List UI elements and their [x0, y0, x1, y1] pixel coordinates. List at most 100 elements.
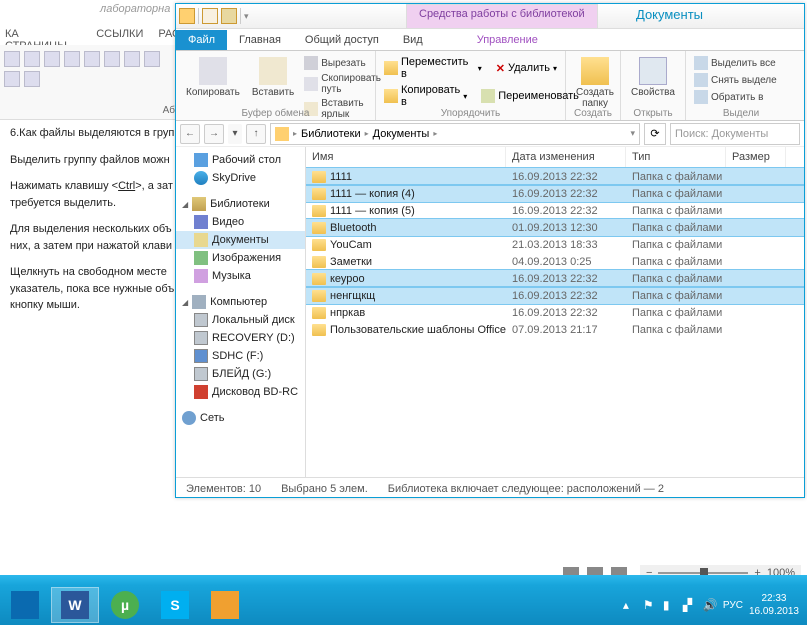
- file-row[interactable]: кеуроо16.09.2013 22:32Папка с файлами: [306, 270, 804, 287]
- properties-icon: [639, 57, 667, 85]
- nav-documents[interactable]: Документы: [176, 231, 305, 249]
- move-to-button[interactable]: Переместить в▾: [382, 55, 484, 81]
- collapse-icon[interactable]: ◢: [182, 200, 188, 209]
- battery-icon[interactable]: ▮: [663, 598, 677, 612]
- file-name-cell: 1111: [306, 171, 506, 183]
- library-icon: [192, 197, 206, 211]
- dropdown-icon[interactable]: ▾: [630, 128, 635, 139]
- select-none-button[interactable]: Снять выделе: [692, 72, 779, 88]
- computer-icon: [192, 295, 206, 309]
- search-input[interactable]: Поиск: Документы: [670, 123, 800, 145]
- file-row[interactable]: Заметки04.09.2013 0:25Папка с файлами: [306, 253, 804, 270]
- nav-images[interactable]: Изображения: [176, 249, 305, 267]
- chevron-right-icon[interactable]: ▸: [365, 129, 369, 138]
- word-ribbon-icon[interactable]: [104, 51, 120, 67]
- file-row[interactable]: Пользовательские шаблоны Office07.09.201…: [306, 321, 804, 338]
- titlebar[interactable]: ▾ Средства работы с библиотекой Документ…: [176, 4, 804, 29]
- history-dropdown[interactable]: ▾: [228, 124, 242, 144]
- word-ribbon-icon[interactable]: [84, 51, 100, 67]
- word-ribbon-icon[interactable]: [24, 71, 40, 87]
- file-row[interactable]: Bluetooth01.09.2013 12:30Папка с файлами: [306, 219, 804, 236]
- refresh-button[interactable]: ⟳: [644, 123, 666, 145]
- copy-button[interactable]: Копировать: [182, 55, 244, 100]
- nav-network[interactable]: Сеть: [176, 409, 305, 427]
- app-icon: [211, 591, 239, 619]
- tab-manage[interactable]: Управление: [465, 30, 550, 50]
- breadcrumb[interactable]: ▸ Библиотеки ▸ Документы ▸ ▾: [270, 123, 640, 145]
- taskbar-utorrent[interactable]: µ: [101, 587, 149, 623]
- file-row[interactable]: ненгщкщ16.09.2013 22:32Папка с файлами: [306, 287, 804, 304]
- nav-recovery[interactable]: RECOVERY (D:): [176, 329, 305, 347]
- breadcrumb-item[interactable]: Библиотеки: [301, 128, 361, 140]
- copy-to-button[interactable]: Копировать в▾: [382, 83, 469, 109]
- zoom-slider[interactable]: [658, 572, 748, 574]
- column-date[interactable]: Дата изменения: [506, 147, 626, 167]
- back-button[interactable]: ←: [180, 124, 200, 144]
- file-list-pane[interactable]: Имя Дата изменения Тип Размер 111116.09.…: [306, 147, 804, 477]
- file-row[interactable]: YouCam21.03.2013 18:33Папка с файлами: [306, 236, 804, 253]
- qat-icon[interactable]: [202, 8, 218, 24]
- up-button[interactable]: ↑: [246, 124, 266, 144]
- select-all-button[interactable]: Выделить все: [692, 55, 779, 71]
- taskbar-skype[interactable]: S: [151, 587, 199, 623]
- taskbar-word[interactable]: W: [51, 587, 99, 623]
- word-ribbon-icon[interactable]: [24, 51, 40, 67]
- nav-music[interactable]: Музыка: [176, 267, 305, 285]
- nav-video[interactable]: Видео: [176, 213, 305, 231]
- tab-home[interactable]: Главная: [227, 30, 293, 50]
- word-ribbon-icon[interactable]: [144, 51, 160, 67]
- taskbar-app[interactable]: [201, 587, 249, 623]
- wifi-icon[interactable]: ▞: [683, 598, 697, 612]
- word-ribbon-icon[interactable]: [124, 51, 140, 67]
- chevron-right-icon[interactable]: ▸: [293, 129, 297, 138]
- nav-bd-drive[interactable]: Дисковод BD-RС: [176, 383, 305, 401]
- tab-share[interactable]: Общий доступ: [293, 30, 391, 50]
- ribbon: Копировать Вставить Вырезать Скопировать…: [176, 51, 804, 121]
- copy-path-button[interactable]: Скопировать путь: [302, 72, 383, 96]
- tab-view[interactable]: Вид: [391, 30, 435, 50]
- collapse-icon[interactable]: ◢: [182, 298, 188, 307]
- chevron-right-icon[interactable]: ▸: [433, 129, 437, 138]
- new-folder-button[interactable]: Создать папку: [572, 55, 618, 111]
- delete-button[interactable]: ✕Удалить▾: [494, 55, 559, 81]
- nav-skydrive[interactable]: SkyDrive: [176, 169, 305, 187]
- navigation-pane[interactable]: Рабочий стол SkyDrive ◢Библиотеки Видео …: [176, 147, 306, 477]
- nav-local-disk[interactable]: Локальный диск: [176, 311, 305, 329]
- clock[interactable]: 22:33 16.09.2013: [749, 592, 799, 618]
- word-ribbon-icon[interactable]: [4, 51, 20, 67]
- paste-button[interactable]: Вставить: [248, 55, 298, 100]
- invert-selection-button[interactable]: Обратить в: [692, 89, 779, 105]
- word-ribbon-icon[interactable]: [4, 71, 20, 87]
- file-date-cell: 16.09.2013 22:32: [506, 188, 626, 200]
- tray-up-icon[interactable]: ▴: [623, 598, 637, 612]
- qat-icon[interactable]: [221, 8, 237, 24]
- nav-libraries[interactable]: ◢Библиотеки: [176, 195, 305, 213]
- tray-icon[interactable]: ⚑: [643, 598, 657, 612]
- file-row[interactable]: 1111 — копия (4)16.09.2013 22:32Папка с …: [306, 185, 804, 202]
- nav-desktop[interactable]: Рабочий стол: [176, 151, 305, 169]
- context-tab-library[interactable]: Средства работы с библиотекой: [406, 4, 598, 28]
- file-row[interactable]: 111116.09.2013 22:32Папка с файлами: [306, 168, 804, 185]
- word-ribbon-icon[interactable]: [44, 51, 60, 67]
- tab-file[interactable]: Файл: [176, 30, 227, 50]
- cut-button[interactable]: Вырезать: [302, 55, 383, 71]
- column-type[interactable]: Тип: [626, 147, 726, 167]
- column-name[interactable]: Имя: [306, 147, 506, 167]
- breadcrumb-item[interactable]: Документы: [373, 128, 430, 140]
- column-size[interactable]: Размер: [726, 147, 786, 167]
- volume-icon[interactable]: 🔊: [703, 598, 717, 612]
- folder-icon[interactable]: [179, 8, 195, 24]
- word-ribbon-icon[interactable]: [64, 51, 80, 67]
- chevron-down-icon[interactable]: ▾: [244, 11, 249, 22]
- file-row[interactable]: нпркав16.09.2013 22:32Папка с файлами: [306, 304, 804, 321]
- file-type-cell: Папка с файлами: [626, 324, 726, 336]
- file-row[interactable]: 1111 — копия (5)16.09.2013 22:32Папка с …: [306, 202, 804, 219]
- nav-computer[interactable]: ◢Компьютер: [176, 293, 305, 311]
- properties-button[interactable]: Свойства: [627, 55, 679, 100]
- nav-blade[interactable]: БЛЕЙД (G:): [176, 365, 305, 383]
- taskbar-item[interactable]: [1, 587, 49, 623]
- nav-sdhc[interactable]: SDHC (F:): [176, 347, 305, 365]
- move-icon: [384, 61, 398, 75]
- forward-button[interactable]: →: [204, 124, 224, 144]
- language-indicator[interactable]: РУС: [723, 600, 743, 611]
